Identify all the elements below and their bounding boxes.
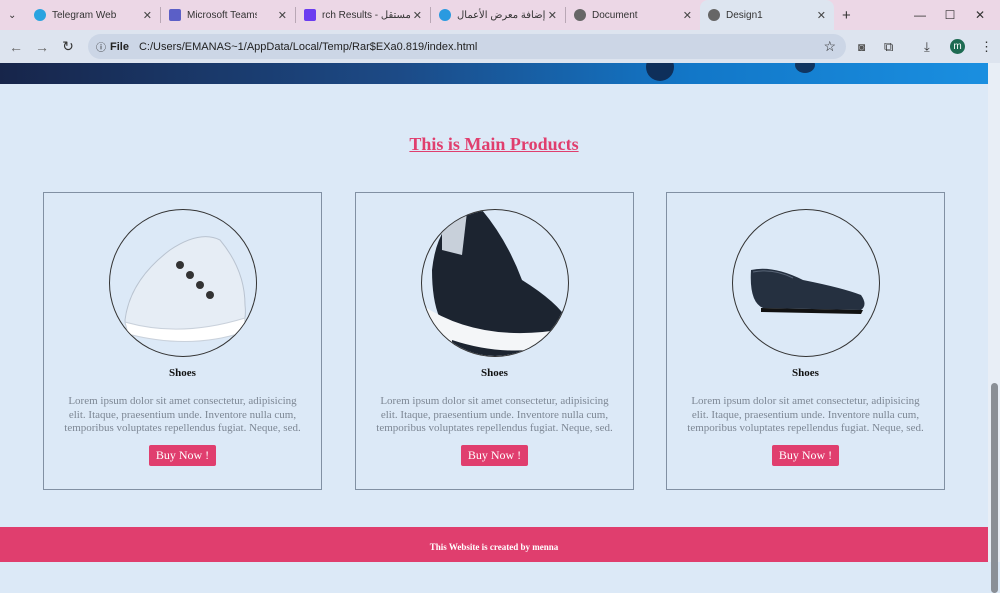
close-icon[interactable]: ✕ <box>817 9 826 22</box>
site-icon <box>439 9 451 21</box>
tab-design1[interactable]: Design1 ✕ <box>700 0 834 30</box>
tab-telegram[interactable]: Telegram Web ✕ <box>26 0 160 30</box>
tab-document[interactable]: Document ✕ <box>566 0 700 30</box>
product-description: Lorem ipsum dolor sit amet consectetur, … <box>687 395 924 434</box>
tab-teams[interactable]: Microsoft Teams ✕ <box>161 0 295 30</box>
scrollbar[interactable] <box>988 63 1000 593</box>
product-title: Shoes <box>169 367 196 379</box>
close-icon[interactable]: ✕ <box>683 9 692 22</box>
maximize-button[interactable]: ☐ <box>935 0 965 30</box>
reload-button[interactable]: ↻ <box>55 38 81 55</box>
tab-strip: ⌄ Telegram Web ✕ Microsoft Teams ✕ rch Res… <box>0 0 1000 30</box>
address-bar[interactable]: ⓘ File C:/Users/EMANAS~1/AppData/Local/T… <box>88 34 846 59</box>
browser-toolbar: ← → ↻ ⓘ File C:/Users/EMANAS~1/AppData/L… <box>0 30 1000 63</box>
tab-portfolio[interactable]: إضافة معرض الأعمال ✕ <box>431 0 565 30</box>
hero-banner <box>0 53 988 84</box>
buy-now-button[interactable]: Buy Now ! <box>771 444 840 466</box>
minimize-button[interactable]: — <box>905 0 935 30</box>
buy-now-button[interactable]: Buy Now ! <box>148 444 217 466</box>
product-card: Shoes Lorem ipsum dolor sit amet consect… <box>666 192 945 490</box>
close-window-button[interactable]: ✕ <box>965 0 995 30</box>
footer: This Website is created by menna <box>0 527 988 562</box>
download-icon[interactable]: ⤓ <box>924 39 930 55</box>
product-image-white-sneaker <box>108 209 257 357</box>
hero-car-image <box>646 53 815 81</box>
teams-icon <box>169 9 181 21</box>
new-tab-button[interactable]: + <box>834 0 859 30</box>
star-icon[interactable]: ☆ <box>823 38 836 55</box>
page-title: This is Main Products <box>409 134 579 154</box>
close-icon[interactable]: ✕ <box>278 9 287 22</box>
back-button[interactable]: ← <box>3 39 29 55</box>
telegram-icon <box>34 9 46 21</box>
buy-now-button[interactable]: Buy Now ! <box>460 444 529 466</box>
product-card: Shoes Lorem ipsum dolor sit amet consect… <box>43 192 322 490</box>
product-image-black-sneaker <box>420 209 569 357</box>
product-image-black-loafer <box>731 209 880 357</box>
info-icon: ⓘ <box>96 43 106 54</box>
product-description: Lorem ipsum dolor sit amet consectetur, … <box>64 395 301 434</box>
mostaql-icon <box>304 9 316 21</box>
forward-button[interactable]: → <box>29 39 55 55</box>
close-icon[interactable]: ✕ <box>548 9 557 22</box>
close-icon[interactable]: ✕ <box>413 9 422 22</box>
extensions-icon[interactable]: ⧉ <box>884 39 893 55</box>
url-scheme: File <box>110 40 129 53</box>
menu-icon[interactable]: ⋮ <box>980 39 993 55</box>
product-card: Shoes Lorem ipsum dolor sit amet consect… <box>355 192 634 490</box>
close-icon[interactable]: ✕ <box>143 9 152 22</box>
product-description: Lorem ipsum dolor sit amet consectetur, … <box>376 395 613 434</box>
tab-search-button[interactable]: ⌄ <box>0 0 26 30</box>
profile-avatar[interactable]: m <box>950 39 965 54</box>
product-title: Shoes <box>792 367 819 379</box>
url-text[interactable]: C:/Users/EMANAS~1/AppData/Local/Temp/Rar… <box>139 41 477 53</box>
globe-icon <box>708 9 720 21</box>
camera-icon[interactable]: ◙ <box>858 40 865 54</box>
globe-icon <box>574 9 586 21</box>
tab-mostaql[interactable]: rch Results - مستقل ✕ <box>296 0 430 30</box>
product-title: Shoes <box>481 367 508 379</box>
